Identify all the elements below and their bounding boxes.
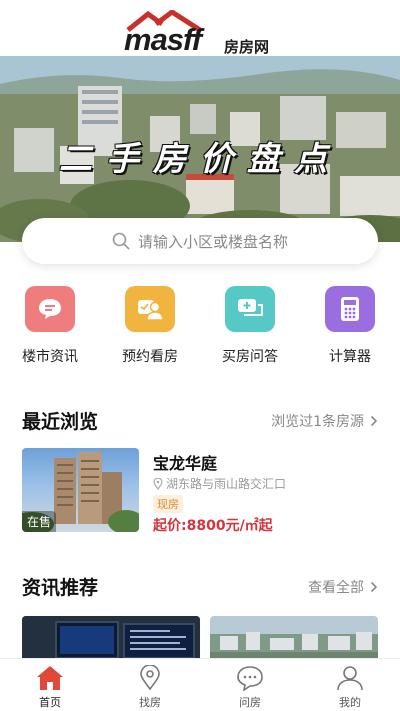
quick-link-calculator[interactable]: 计算器	[300, 286, 400, 370]
recent-property-card[interactable]: 在售 宝龙华庭 湖东路与雨山路交汇口 现房 起价:8800元/㎡起	[22, 448, 378, 534]
section-title: 资讯推荐	[22, 577, 99, 599]
tab-profile[interactable]: 我的	[300, 659, 400, 711]
property-price: 起价:8800元/㎡起	[153, 518, 273, 534]
tab-home[interactable]: 首页	[0, 659, 100, 711]
location-pin-icon	[140, 665, 160, 691]
masff-logo: masff 房房网	[122, 10, 282, 57]
quick-links: 楼市资讯 预约看房 买房问答 计算器	[0, 286, 400, 370]
tab-ask-house[interactable]: 问房	[200, 659, 300, 711]
chevron-right-icon	[370, 415, 378, 426]
search-icon	[112, 232, 130, 250]
quick-link-qa[interactable]: 买房问答	[200, 286, 300, 370]
news-section-header: 资讯推荐 查看全部	[22, 573, 378, 600]
tab-label: 我的	[339, 696, 361, 709]
home-icon	[37, 666, 63, 690]
quick-link-news[interactable]: 楼市资讯	[0, 286, 100, 370]
section-title: 最近浏览	[22, 411, 99, 433]
status-badge: 在售	[22, 511, 57, 532]
quick-link-label: 计算器	[329, 349, 371, 365]
quick-link-label: 买房问答	[222, 349, 278, 365]
property-photo: 在售	[22, 448, 139, 532]
search-bar[interactable]: 请输入小区或楼盘名称	[22, 218, 378, 264]
quick-link-label: 楼市资讯	[22, 349, 78, 365]
tab-find-house[interactable]: 找房	[100, 659, 200, 711]
calculator-icon	[325, 286, 375, 332]
qa-chat-icon	[225, 286, 275, 332]
tab-label: 首页	[39, 696, 61, 709]
brand-name: masff	[124, 22, 202, 57]
property-tag: 现房	[153, 495, 183, 513]
quick-link-label: 预约看房	[122, 349, 178, 365]
location-pin-icon	[153, 477, 163, 490]
message-bubble-icon	[25, 286, 75, 332]
bottom-tab-bar: 首页 找房 问房 我的	[0, 658, 400, 711]
chat-bubble-icon	[237, 666, 263, 691]
tab-label: 找房	[139, 696, 161, 709]
brand-name-cn: 房房网	[224, 38, 270, 56]
property-address: 湖东路与雨山路交汇口	[153, 475, 286, 492]
appointment-user-icon	[125, 286, 175, 332]
recent-more-label: 浏览过1条房源	[271, 413, 364, 430]
news-card-image[interactable]	[210, 616, 378, 660]
tab-label: 问房	[239, 696, 261, 709]
recent-section-header: 最近浏览 浏览过1条房源	[22, 407, 378, 434]
search-input[interactable]: 请输入小区或楼盘名称	[138, 231, 288, 252]
banner-title: 二手房价盘点	[59, 139, 341, 178]
chevron-right-icon	[370, 581, 378, 592]
news-more-link[interactable]: 查看全部	[308, 577, 378, 597]
property-name: 宝龙华庭	[153, 454, 218, 473]
property-address-text: 湖东路与雨山路交汇口	[166, 477, 287, 491]
quick-link-appointment[interactable]: 预约看房	[100, 286, 200, 370]
user-icon	[337, 666, 363, 691]
news-more-label: 查看全部	[308, 579, 364, 596]
app-header: masff 房房网	[0, 0, 400, 57]
recent-more-link[interactable]: 浏览过1条房源	[271, 411, 378, 431]
news-card-image[interactable]	[22, 616, 200, 660]
promo-banner[interactable]: 二手房价盘点	[0, 56, 400, 242]
